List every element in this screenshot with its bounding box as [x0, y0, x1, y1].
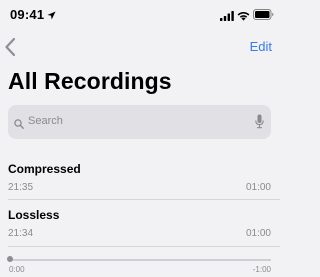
- navigation-bar: Edit: [0, 34, 280, 60]
- location-arrow-icon: [47, 7, 56, 25]
- battery-icon: [253, 7, 274, 25]
- chevron-left-icon[interactable]: [4, 37, 16, 57]
- recording-duration: 01:00: [245, 228, 271, 239]
- microphone-icon[interactable]: [255, 114, 264, 134]
- recording-duration: 01:00: [245, 182, 271, 193]
- recording-title: Lossless: [8, 208, 60, 222]
- search-input[interactable]: Search: [8, 105, 271, 139]
- playback-scrubber[interactable]: [8, 259, 271, 261]
- search-placeholder: Search: [28, 115, 63, 127]
- recording-item[interactable]: Compressed 21:35 01:00: [0, 162, 280, 208]
- list-divider: [8, 199, 280, 200]
- recording-item[interactable]: Lossless 21:34 01:00: [0, 208, 280, 254]
- list-divider: [8, 246, 280, 247]
- wifi-icon: [237, 8, 250, 26]
- edit-button[interactable]: Edit: [250, 39, 272, 54]
- recording-time: 21:34: [8, 228, 34, 239]
- magnifying-glass-icon: [14, 116, 24, 134]
- recording-time: 21:35: [8, 182, 34, 193]
- scrubber-handle[interactable]: [7, 256, 13, 262]
- remaining-time: -1:00: [252, 265, 271, 274]
- cellular-signal-icon: [220, 8, 234, 26]
- page-title: All Recordings: [8, 68, 172, 94]
- elapsed-time: 0:00: [9, 265, 25, 274]
- status-bar: 09:41: [0, 0, 280, 30]
- status-time: 09:41: [10, 7, 45, 22]
- recording-title: Compressed: [8, 162, 81, 176]
